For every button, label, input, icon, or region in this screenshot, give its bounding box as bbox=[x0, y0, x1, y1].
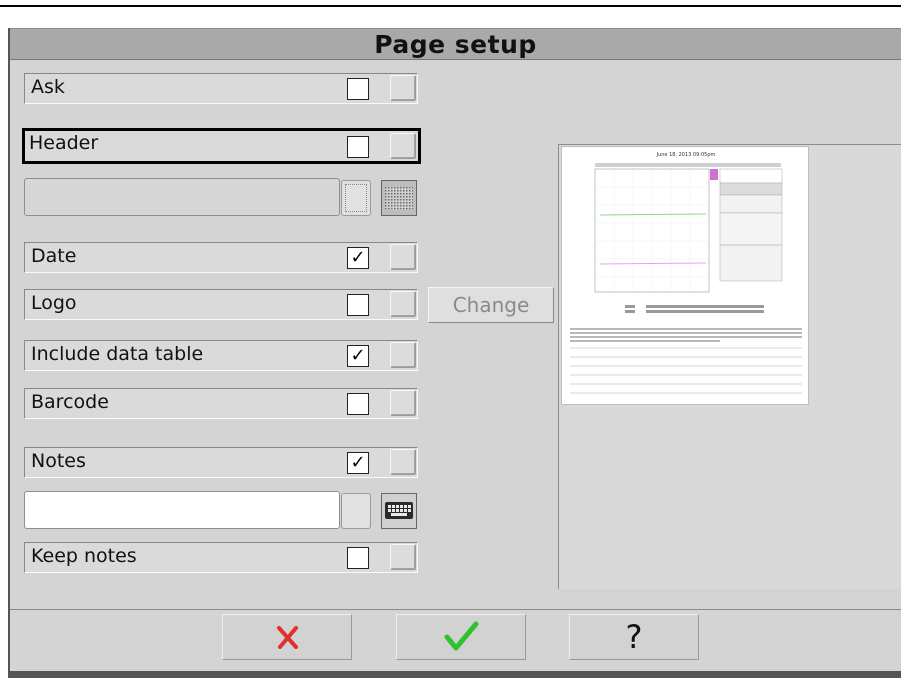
help-label: ? bbox=[625, 618, 643, 656]
cancel-x-icon bbox=[277, 626, 298, 649]
ask-default-toggle[interactable] bbox=[390, 75, 416, 101]
date-checkbox[interactable]: ✓ bbox=[347, 247, 369, 269]
dialog-button-bar: ? bbox=[10, 609, 901, 678]
date-default-toggle[interactable] bbox=[390, 244, 416, 270]
notes-checkbox[interactable]: ✓ bbox=[347, 452, 369, 474]
top-border-line bbox=[0, 5, 901, 7]
notes-default-toggle[interactable] bbox=[390, 449, 416, 475]
page-preview-thumbnail: June 18, 2013 09:05pm bbox=[561, 146, 809, 405]
keyboard-disabled-icon[interactable] bbox=[381, 180, 417, 216]
option-label: Date bbox=[31, 245, 77, 267]
option-label: Keep notes bbox=[31, 545, 137, 567]
ok-button[interactable] bbox=[396, 614, 526, 660]
dialog-title: Page setup bbox=[10, 28, 901, 60]
header-field-default-toggle[interactable] bbox=[341, 180, 371, 216]
page-setup-dialog: Page setup Ask Header Date ✓ Logo Change… bbox=[8, 28, 901, 678]
keep-notes-checkbox[interactable] bbox=[347, 547, 369, 569]
help-button[interactable]: ? bbox=[569, 614, 699, 660]
header-text-field[interactable] bbox=[24, 178, 340, 216]
include-data-table-checkbox[interactable]: ✓ bbox=[347, 345, 369, 367]
header-checkbox[interactable] bbox=[347, 136, 369, 158]
barcode-checkbox[interactable] bbox=[347, 393, 369, 415]
logo-checkbox[interactable] bbox=[347, 294, 369, 316]
logo-default-toggle[interactable] bbox=[390, 291, 416, 317]
notes-field-default-toggle[interactable] bbox=[341, 493, 371, 529]
option-label: Header bbox=[29, 132, 99, 154]
change-logo-button[interactable]: Change bbox=[428, 287, 554, 323]
keyboard-icon[interactable] bbox=[381, 493, 417, 529]
preview-page-graphic: June 18, 2013 09:05pm bbox=[570, 152, 802, 394]
option-label: Notes bbox=[31, 450, 86, 472]
barcode-default-toggle[interactable] bbox=[390, 390, 416, 416]
bottom-edge bbox=[10, 671, 901, 678]
option-label: Ask bbox=[31, 76, 65, 98]
ask-checkbox[interactable] bbox=[347, 78, 369, 100]
cancel-button[interactable] bbox=[222, 614, 352, 660]
green-check-icon bbox=[444, 621, 479, 651]
header-default-toggle[interactable] bbox=[390, 133, 416, 159]
option-label: Logo bbox=[31, 292, 77, 314]
include-data-table-default-toggle[interactable] bbox=[390, 342, 416, 368]
option-label: Barcode bbox=[31, 391, 109, 413]
option-label: Include data table bbox=[31, 343, 204, 365]
page-preview-panel: June 18, 2013 09:05pm bbox=[558, 144, 901, 589]
notes-text-field[interactable] bbox=[24, 491, 340, 529]
preview-header-text: June 18, 2013 09:05pm bbox=[656, 152, 716, 158]
keep-notes-default-toggle[interactable] bbox=[390, 544, 416, 570]
